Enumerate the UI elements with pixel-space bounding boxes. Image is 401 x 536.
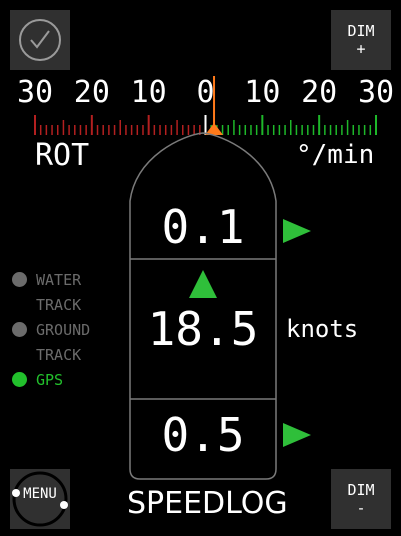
mode-label: GROUND (36, 321, 91, 339)
speed-value: 18.5 (147, 302, 259, 356)
bow-starboard-arrow-icon (283, 219, 311, 243)
menu-button[interactable]: MENU (10, 469, 70, 529)
mode-indicator-icon (12, 272, 27, 287)
page-title: SPEEDLOG (127, 486, 288, 521)
rot-unit: °/min (296, 140, 375, 170)
dim-down-sign: - (356, 499, 366, 517)
rot-label: ROT (35, 138, 90, 173)
mode-label: GPS (36, 371, 64, 389)
dim-down-label: DIM (347, 481, 375, 499)
check-circle-icon (19, 19, 61, 61)
drift-value: 0.5 (161, 408, 245, 462)
mode-indicator-icon (12, 322, 27, 337)
rot-value: 0.1 (161, 200, 245, 254)
speed-unit: knots (286, 315, 359, 343)
mode-label-line2: TRACK (36, 346, 82, 364)
mode-label-line2: TRACK (36, 296, 82, 314)
dim-up-sign: + (356, 40, 366, 58)
stern-starboard-arrow-icon (283, 423, 311, 447)
mode-label: WATER (36, 271, 82, 289)
dim-down-button[interactable]: DIM - (331, 469, 391, 529)
mode-indicator-icon (12, 372, 27, 387)
confirm-button[interactable] (10, 10, 70, 70)
dim-up-label: DIM (347, 22, 375, 40)
dim-up-button[interactable]: DIM + (331, 10, 391, 70)
menu-label: MENU (23, 486, 57, 502)
